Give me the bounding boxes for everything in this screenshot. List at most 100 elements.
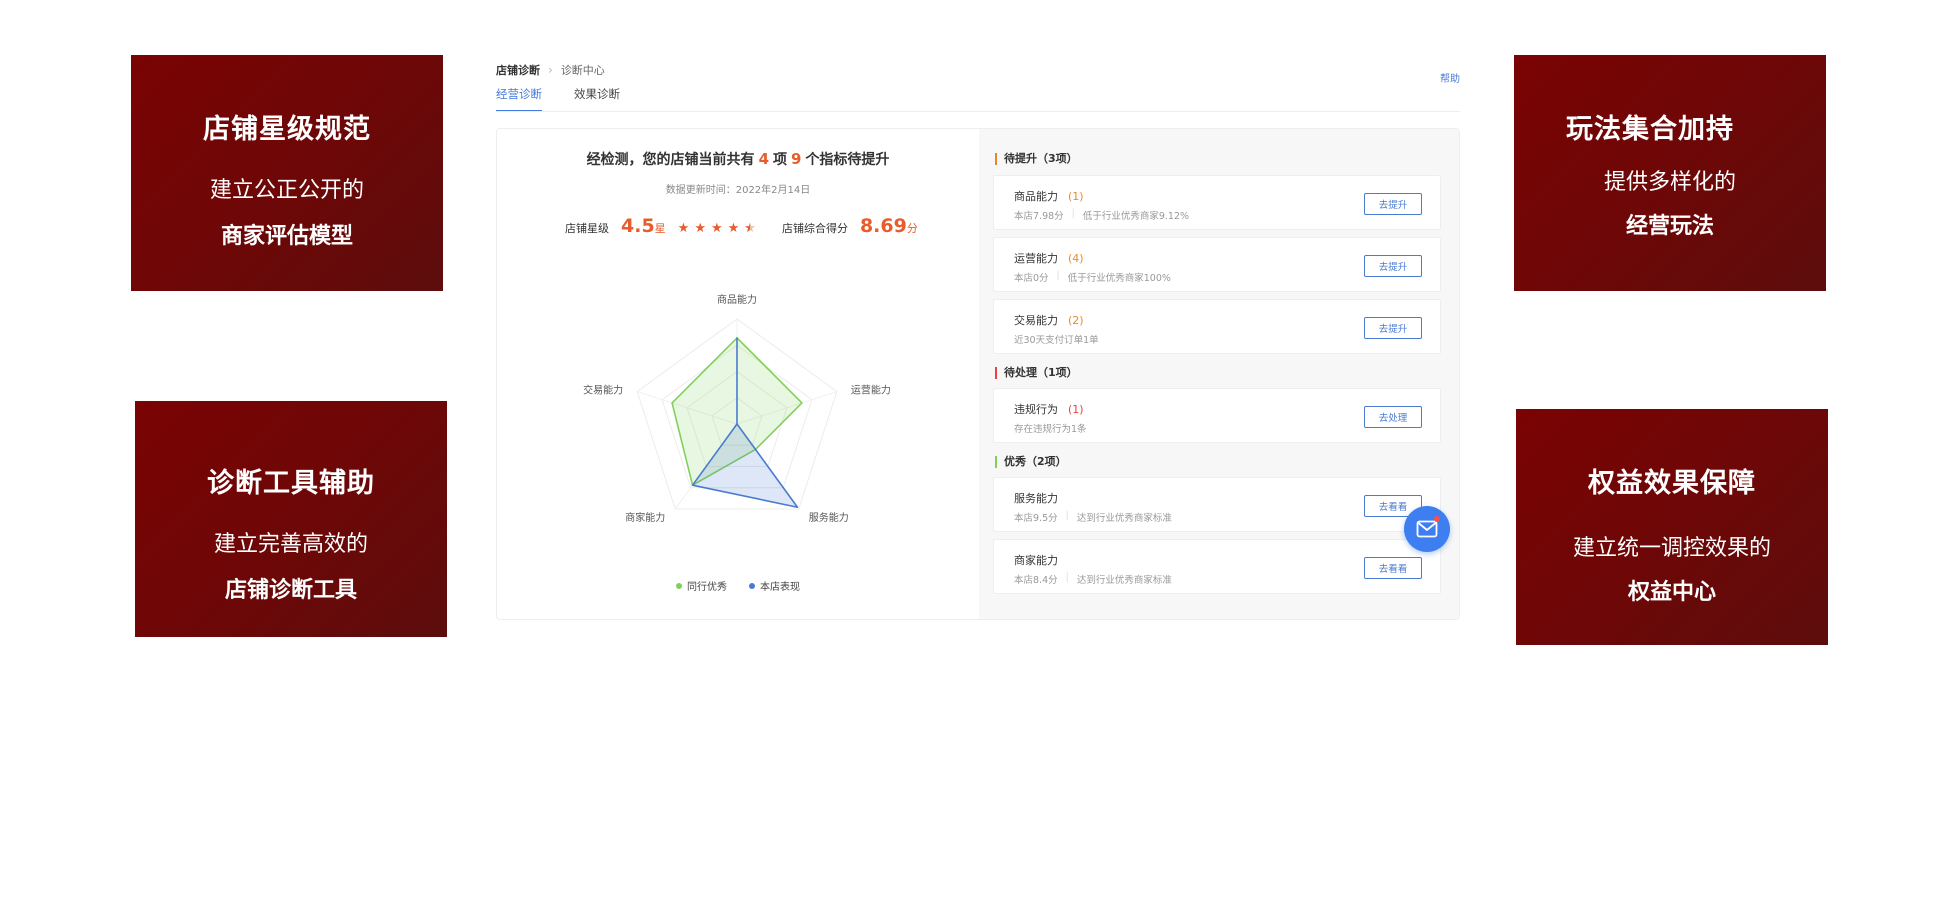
feature-title: 权益效果保障: [1588, 468, 1756, 499]
task-desc-compare: 低于行业优秀商家9.12%: [1082, 211, 1190, 222]
task-title: 违规行为 (1): [1014, 401, 1084, 417]
feature-line2: 商家评估模型: [220, 224, 353, 249]
desc-separator: |: [1071, 208, 1075, 219]
task-desc: 本店8.4分 | 达到行业优秀商家标准: [1014, 572, 1172, 586]
tab-business-diagnosis[interactable]: 经营诊断: [496, 86, 542, 112]
legend-item-peer-excellent: 同行优秀: [676, 578, 727, 593]
task-title: 运营能力 (4): [1014, 250, 1084, 266]
summary-mid: 项: [773, 152, 787, 168]
breadcrumb: 店铺诊断 › 诊断中心: [496, 62, 605, 78]
breadcrumb-item-diagnosis-center: 诊断中心: [560, 64, 605, 77]
star-icon: ★: [694, 221, 706, 236]
overall-score-label: 店铺综合得分: [781, 222, 848, 235]
desc-separator: |: [1056, 270, 1060, 281]
task-pane: 待提升（3项） 商品能力 (1) 本店7.98分 | 低于行业优秀商家9.12% 去提…: [979, 129, 1459, 619]
task-title: 交易能力 (2): [1014, 312, 1084, 328]
task-title: 商家能力: [1014, 552, 1058, 568]
task-card-transaction: 交易能力 (2) 近30天支付订单1单 去提升: [993, 299, 1441, 354]
overall-score-value: 8.69: [859, 215, 907, 237]
star-icon: ★: [710, 221, 723, 236]
radar-legend: 同行优秀 本店表现: [497, 578, 979, 593]
task-name: 运营能力: [1014, 252, 1058, 265]
task-count: (2): [1068, 314, 1084, 327]
task-count: (1): [1068, 403, 1084, 416]
update-time: 数据更新时间：2022年2月14日: [665, 185, 811, 196]
task-count: (4): [1068, 252, 1084, 265]
desc-separator: |: [1065, 572, 1069, 583]
feature-line1: 建立完善高效的: [213, 532, 368, 557]
mail-icon: [1416, 520, 1438, 538]
task-desc: 本店9.5分 | 达到行业优秀商家标准: [1014, 510, 1172, 524]
task-name: 商品能力: [1014, 190, 1058, 203]
star-rating: ★ ★ ★ ★ ★: [678, 221, 756, 236]
summary-metric-count: 9: [791, 150, 802, 168]
legend-label: 同行优秀: [687, 582, 727, 593]
notification-dot: [1434, 516, 1440, 522]
task-card-merchant: 商家能力 本店8.4分 | 达到行业优秀商家标准 去看看: [993, 539, 1441, 594]
diagnosis-summary: 经检测，您的店铺当前共有 4 项 9 个指标待提升: [497, 149, 979, 169]
feature-title: 玩法集合加持: [1566, 114, 1734, 145]
star-icon: ★: [727, 221, 740, 236]
radar-axis-label: 商品能力: [717, 293, 757, 306]
ability-radar-chart: 商品能力运营能力服务能力 商家能力 交易能力: [583, 293, 891, 524]
help-link[interactable]: 帮助: [1440, 70, 1460, 85]
summary-prefix: 经检测，您的店铺当前共有: [586, 152, 755, 168]
task-desc: 本店0分 | 低于行业优秀商家100%: [1014, 270, 1171, 284]
breadcrumb-separator: ›: [548, 63, 553, 77]
summary-item-count: 4: [758, 150, 769, 168]
message-fab-button[interactable]: [1404, 506, 1450, 552]
task-card-product: 商品能力 (1) 本店7.98分 | 低于行业优秀商家9.12% 去提升: [993, 175, 1441, 230]
improve-button-transaction[interactable]: 去提升: [1364, 317, 1422, 339]
task-desc: 本店7.98分 | 低于行业优秀商家9.12%: [1014, 208, 1189, 222]
desc-separator: |: [1065, 510, 1069, 521]
half-star-icon: ★: [744, 221, 756, 236]
task-desc: 存在违规行为1条: [1014, 421, 1087, 435]
radar-axis-label: 运营能力: [851, 384, 891, 397]
feature-line1: 提供多样化的: [1603, 170, 1736, 195]
feature-card-benefit: 权益效果保障 建立统一调控效果的 权益中心: [1516, 409, 1828, 645]
section-title-improve: 待提升（3项）: [995, 153, 1078, 165]
legend-dot-green: [676, 582, 682, 589]
star-icon: ★: [677, 221, 690, 236]
task-desc-compare: 达到行业优秀商家标准: [1076, 575, 1172, 586]
task-title: 服务能力: [1014, 490, 1058, 506]
diagnosis-content: 经检测，您的店铺当前共有 4 项 9 个指标待提升 数据更新时间：2022年2月14日 …: [496, 128, 1460, 620]
task-card-operation: 运营能力 (4) 本店0分 | 低于行业优秀商家100% 去提升: [993, 237, 1441, 292]
feature-card-gameplay: 玩法集合加持 提供多样化的 经营玩法: [1514, 55, 1826, 291]
summary-suffix: 个指标待提升: [805, 152, 890, 168]
task-name: 交易能力: [1014, 314, 1058, 327]
feature-title: 店铺星级规范: [203, 114, 371, 145]
radar-axis-label: 商家能力: [625, 511, 665, 524]
feature-line2: 经营玩法: [1625, 214, 1714, 239]
feature-card-diagnosis-tool: 诊断工具辅助 建立完善高效的 店铺诊断工具: [135, 401, 447, 637]
task-name: 违规行为: [1014, 403, 1058, 416]
tab-effect-diagnosis[interactable]: 效果诊断: [574, 86, 620, 112]
tab-divider: [496, 111, 1460, 112]
improve-button-product[interactable]: 去提升: [1364, 193, 1422, 215]
task-desc-compare: 达到行业优秀商家标准: [1076, 513, 1172, 524]
star-level-unit: 星: [654, 222, 666, 235]
feature-line2: 权益中心: [1627, 580, 1716, 605]
diagnosis-panel: 店铺诊断 › 诊断中心 帮助 经营诊断 效果诊断 经检测，您的店铺当前共有 4 项 9…: [496, 56, 1460, 628]
task-desc-compare: 低于行业优秀商家100%: [1067, 273, 1171, 284]
legend-label: 本店表现: [760, 582, 800, 593]
view-button-merchant[interactable]: 去看看: [1364, 557, 1422, 579]
task-name: 商家能力: [1014, 554, 1058, 567]
feature-line1: 建立公正公开的: [209, 178, 364, 203]
star-level-label: 店铺星级: [565, 222, 609, 235]
legend-item-store: 本店表现: [749, 578, 800, 593]
task-desc-score: 本店8.4分: [1014, 575, 1058, 586]
breadcrumb-item-store-diagnosis[interactable]: 店铺诊断: [496, 62, 540, 78]
overall-score-unit: 分: [906, 222, 918, 235]
radar-axis-label: 服务能力: [809, 511, 849, 524]
task-name: 服务能力: [1014, 492, 1058, 505]
legend-dot-blue: [749, 582, 755, 589]
handle-button-violation[interactable]: 去处理: [1364, 406, 1422, 428]
task-card-service: 服务能力 本店9.5分 | 达到行业优秀商家标准 去看看: [993, 477, 1441, 532]
improve-button-operation[interactable]: 去提升: [1364, 255, 1422, 277]
feature-line1: 建立统一调控效果的: [1572, 536, 1771, 561]
score-row: 店铺星级 4.5 星 ★ ★ ★ ★ ★ 店铺综合得分 8.69 分: [565, 215, 930, 237]
feature-title: 诊断工具辅助: [207, 468, 375, 499]
feature-card-star-standard: 店铺星级规范 建立公正公开的 商家评估模型: [131, 55, 443, 291]
task-desc-score: 近30天支付订单1单: [1014, 335, 1099, 346]
